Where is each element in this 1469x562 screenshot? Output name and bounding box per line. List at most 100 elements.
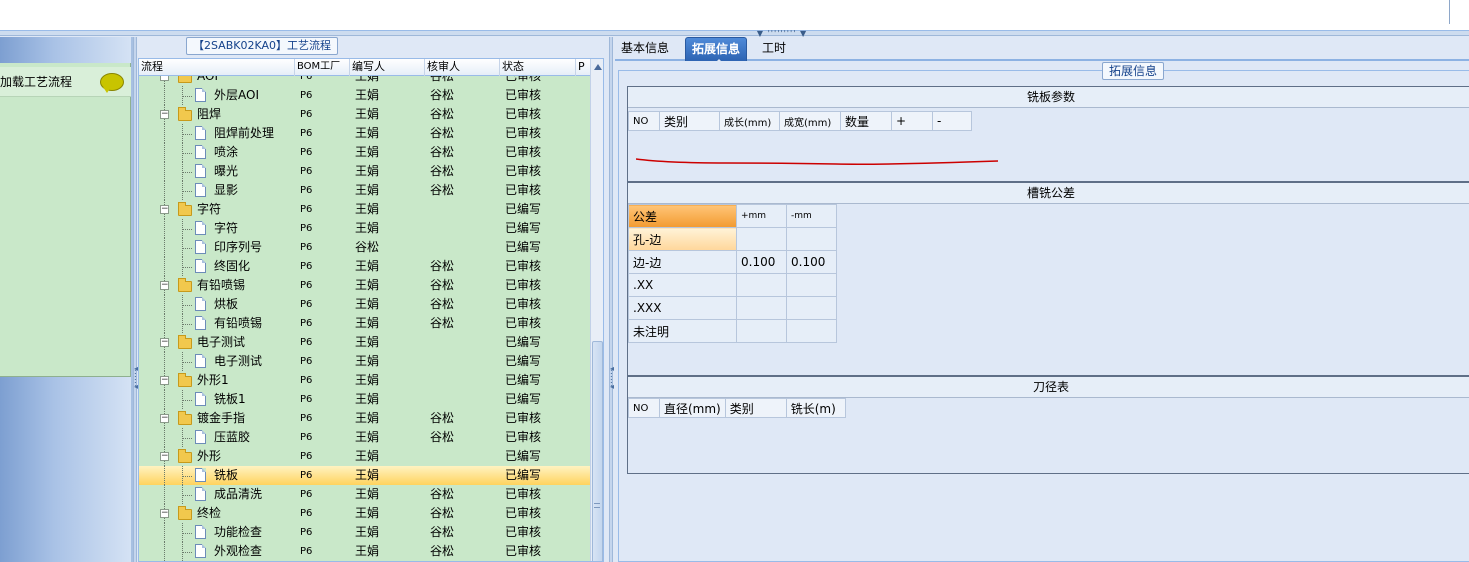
tree-step-row[interactable]: 有铅喷锡 P6 王娟 谷松 已审核 — [139, 314, 590, 333]
col-header-reviewer[interactable]: 核审人 — [425, 59, 500, 76]
horizontal-splitter[interactable] — [0, 31, 1469, 36]
mill-col-minus[interactable]: - — [932, 111, 972, 131]
tree-folder-row[interactable]: − 镀金手指 P6 王娟 谷松 已审核 — [139, 409, 590, 428]
tree-folder-row[interactable]: − 终检 P6 王娟 谷松 已审核 — [139, 504, 590, 523]
tab-work-hours[interactable]: 工时 — [756, 37, 792, 61]
col-header-p[interactable]: P — [576, 59, 590, 76]
tolerance-minus-cell[interactable]: 0.100 — [786, 250, 837, 274]
tab-extended-info[interactable]: 拓展信息 — [685, 37, 748, 64]
splitter-collapse-icon[interactable]: ◂::::: ◂ — [134, 365, 138, 391]
bom-factory-cell: P6 — [300, 90, 313, 101]
tree-step-row[interactable]: 外层AOI P6 王娟 谷松 已审核 — [139, 86, 590, 105]
left-splitter[interactable]: ◂::::: ◂ — [133, 37, 138, 562]
scroll-thumb[interactable] — [592, 341, 603, 561]
tree-guide-line — [164, 238, 165, 257]
tree-folder-row[interactable]: − 外形 P6 王娟 已编写 — [139, 447, 590, 466]
collapse-icon[interactable]: − — [160, 205, 169, 214]
tolerance-minus-cell[interactable] — [786, 296, 837, 320]
tool-col-diameter[interactable]: 直径(mm) — [659, 398, 726, 418]
tree-step-row[interactable]: 铣板1 P6 王娟 已编写 — [139, 390, 590, 409]
mill-col-no[interactable]: NO — [628, 111, 660, 131]
collapse-icon[interactable]: − — [160, 376, 169, 385]
writer-cell: 王娟 — [355, 335, 380, 349]
tree-step-row[interactable]: 烘板 P6 王娟 谷松 已审核 — [139, 295, 590, 314]
tool-col-type[interactable]: 类别 — [724, 398, 787, 418]
tree-folder-row[interactable]: − 有铅喷锡 P6 王娟 谷松 已审核 — [139, 276, 590, 295]
tree-guide-line — [164, 86, 165, 105]
tree-folder-row[interactable]: − 阻焊 P6 王娟 谷松 已审核 — [139, 105, 590, 124]
step-name: 有铅喷锡 — [214, 316, 263, 330]
tolerance-plus-cell[interactable] — [736, 319, 787, 343]
tree-step-row[interactable]: 铣板 P6 王娟 已编写 — [139, 466, 590, 485]
mill-col-qty[interactable]: 数量 — [840, 111, 892, 131]
status-cell: 已审核 — [505, 145, 542, 159]
load-process-item[interactable]: 添加载工艺流程 — [0, 67, 131, 97]
folder-icon — [178, 202, 192, 216]
tolerance-plus-cell[interactable] — [736, 296, 787, 320]
bom-factory-cell: P6 — [300, 185, 313, 196]
tolerance-minus-cell[interactable] — [786, 273, 837, 297]
col-header-flow[interactable]: 流程 — [139, 59, 295, 76]
status-cell: 已编写 — [505, 335, 542, 349]
tree-folder-row[interactable]: − 电子测试 P6 王娟 已编写 — [139, 333, 590, 352]
tree-scrollbar[interactable] — [590, 59, 603, 561]
document-icon — [195, 221, 206, 235]
tree-step-row[interactable]: 终固化 P6 王娟 谷松 已审核 — [139, 257, 590, 276]
tree-step-row[interactable]: 字符 P6 王娟 已编写 — [139, 219, 590, 238]
tool-col-no[interactable]: NO — [628, 398, 660, 418]
mill-col-plus[interactable]: + — [891, 111, 933, 131]
tree-step-row[interactable]: 外观检查 P6 王娟 谷松 已审核 — [139, 542, 590, 561]
tree-guide-line — [182, 552, 192, 553]
tree-folder-row[interactable]: − 字符 P6 王娟 已编写 — [139, 200, 590, 219]
scroll-up-icon[interactable] — [594, 64, 602, 70]
tolerance-minus-cell[interactable] — [786, 319, 837, 343]
tolerance-plus-cell[interactable] — [736, 273, 787, 297]
tolerance-plus-cell[interactable] — [736, 227, 787, 251]
tree-step-row[interactable]: 印序列号 P6 谷松 已编写 — [139, 238, 590, 257]
col-header-factory[interactable]: BOM工厂 — [295, 59, 350, 76]
tree-step-row[interactable]: 显影 P6 王娟 谷松 已审核 — [139, 181, 590, 200]
comment-icon[interactable] — [100, 73, 124, 93]
folder-icon — [178, 411, 192, 425]
tree-step-row[interactable]: 电子测试 P6 王娟 已编写 — [139, 352, 590, 371]
tree-folder-row[interactable]: − AOI P6 王娟 谷松 已审核 — [139, 76, 590, 86]
collapse-icon[interactable]: − — [160, 338, 169, 347]
collapse-icon[interactable]: − — [160, 452, 169, 461]
collapse-icon[interactable]: − — [160, 76, 169, 81]
document-icon — [195, 354, 206, 368]
mill-col-width[interactable]: 成宽(mm) — [779, 111, 841, 131]
tree-guide-line — [182, 172, 192, 173]
tree-guide-line — [164, 181, 165, 200]
tolerance-minus-cell[interactable] — [786, 227, 837, 251]
bom-factory-cell: P6 — [300, 204, 313, 215]
col-header-writer[interactable]: 编写人 — [350, 59, 425, 76]
tree-step-row[interactable]: 曝光 P6 王娟 谷松 已审核 — [139, 162, 590, 181]
collapse-icon[interactable]: − — [160, 509, 169, 518]
tree-step-row[interactable]: 喷涂 P6 王娟 谷松 已审核 — [139, 143, 590, 162]
load-process-label: 添加载工艺流程 — [0, 75, 73, 89]
tree-step-row[interactable]: 功能检查 P6 王娟 谷松 已审核 — [139, 523, 590, 542]
mill-col-length[interactable]: 成长(mm) — [719, 111, 780, 131]
collapse-icon[interactable]: − — [160, 414, 169, 423]
tree-step-row[interactable]: 阻焊前处理 P6 王娟 谷松 已审核 — [139, 124, 590, 143]
tree-body: − AOI P6 王娟 谷松 已审核 外层AOI P6 王娟 谷松 已审核 − 阻焊 P6 王娟 谷松 已审核阻… — [139, 76, 590, 561]
step-name: 外形 — [197, 449, 222, 463]
tree-folder-row[interactable]: − 外形1 P6 王娟 已编写 — [139, 371, 590, 390]
tool-col-length[interactable]: 铣长(m) — [785, 398, 846, 418]
col-header-status[interactable]: 状态 — [500, 59, 576, 76]
splitter-grip-icon[interactable]: ▼ ''''''''' ▼ — [752, 30, 812, 38]
right-splitter[interactable]: ◂::::: ◂ — [609, 37, 614, 562]
mill-col-type[interactable]: 类别 — [659, 111, 720, 131]
splitter-collapse-icon[interactable]: ◂::::: ◂ — [610, 365, 614, 391]
step-name: 显影 — [214, 183, 239, 197]
reviewer-cell: 谷松 — [430, 76, 455, 83]
tree-step-row[interactable]: 压蓝胶 P6 王娟 谷松 已审核 — [139, 428, 590, 447]
writer-cell: 王娟 — [355, 278, 380, 292]
tab-basic-info[interactable]: 基本信息 — [615, 37, 675, 61]
tree-step-row[interactable]: 成品清洗 P6 王娟 谷松 已审核 — [139, 485, 590, 504]
slot-tolerance-title: 槽铣公差 — [628, 183, 1469, 204]
collapse-icon[interactable]: − — [160, 281, 169, 290]
tolerance-plus-cell[interactable]: 0.100 — [736, 250, 787, 274]
collapse-icon[interactable]: − — [160, 110, 169, 119]
writer-cell: 王娟 — [355, 183, 380, 197]
